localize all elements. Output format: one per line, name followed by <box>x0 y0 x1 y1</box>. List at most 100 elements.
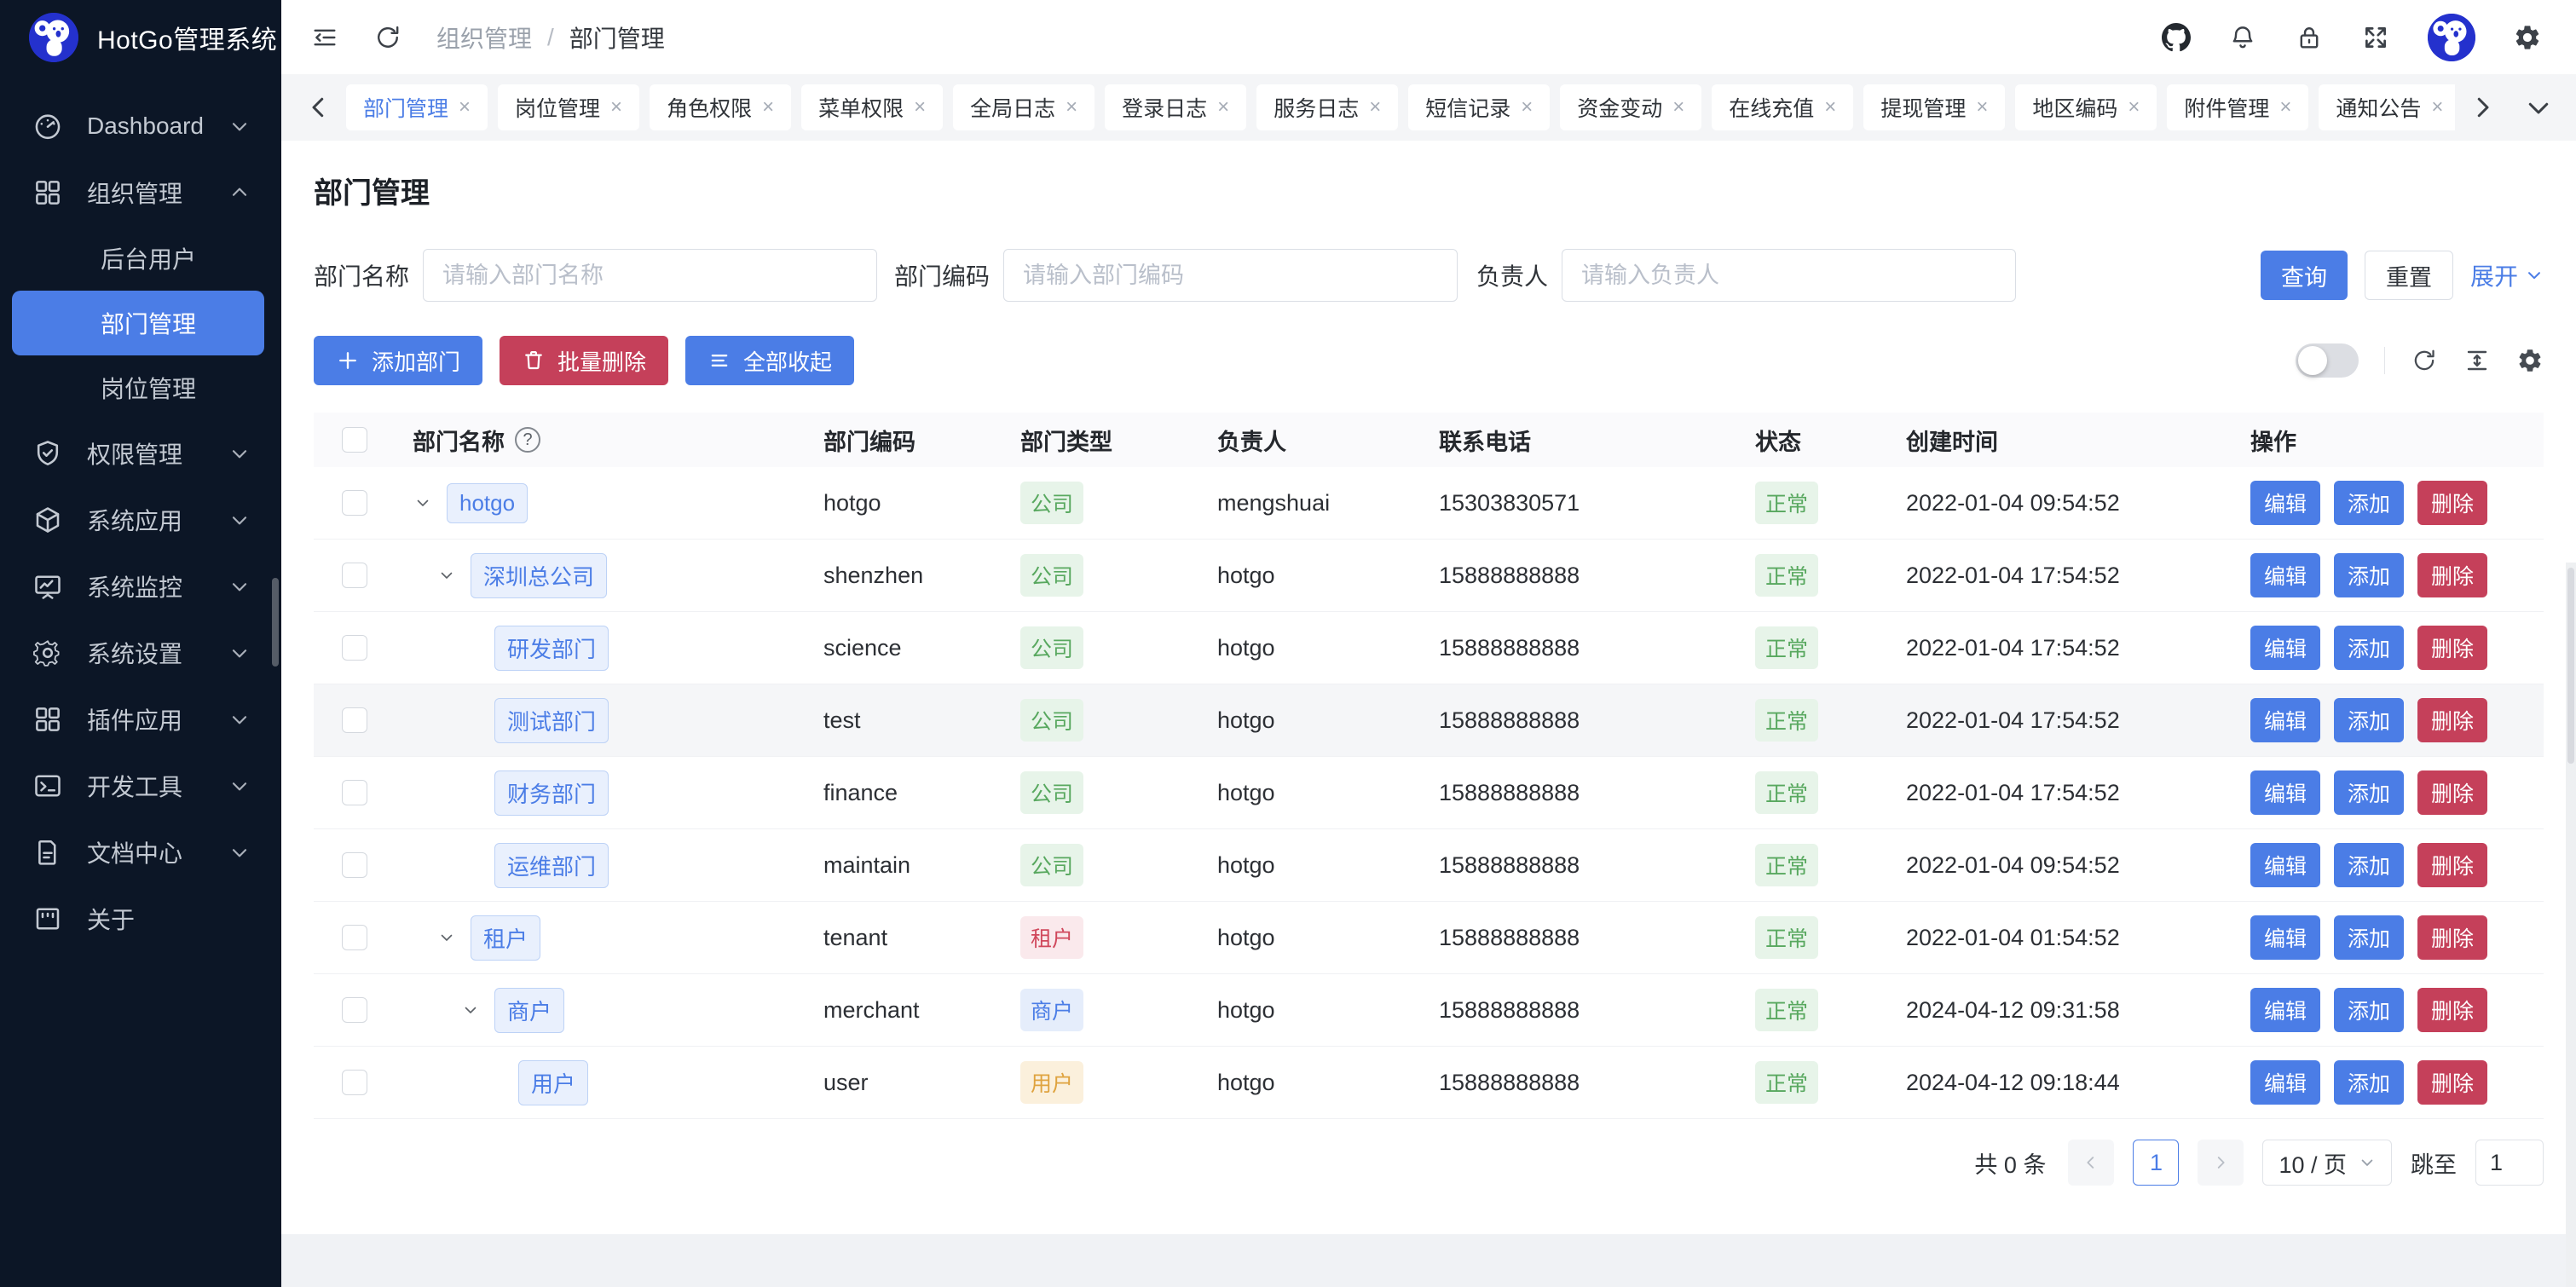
tab-9[interactable]: 资金变动× <box>1560 84 1701 130</box>
tab-14[interactable]: 通知公告× <box>2319 84 2455 130</box>
tab-close-icon[interactable]: × <box>1066 97 1077 118</box>
tab-close-icon[interactable]: × <box>1521 97 1533 118</box>
help-icon[interactable]: ? <box>515 427 540 453</box>
tree-expand-icon[interactable] <box>413 486 447 520</box>
sidebar-item-perm-manage[interactable]: 权限管理 <box>0 420 281 487</box>
fullscreen-icon[interactable] <box>2361 23 2390 52</box>
dept-name-tag[interactable]: 财务部门 <box>494 770 609 816</box>
dept-name-tag[interactable]: 测试部门 <box>494 698 609 743</box>
edit-button[interactable]: 编辑 <box>2250 481 2320 525</box>
tabs-menu-icon[interactable] <box>2523 92 2554 123</box>
row-checkbox[interactable] <box>342 635 367 661</box>
add-button[interactable]: 添加 <box>2334 698 2404 742</box>
tab-6[interactable]: 登录日志× <box>1105 84 1246 130</box>
reset-button[interactable]: 重置 <box>2365 251 2453 300</box>
tab-close-icon[interactable]: × <box>1672 97 1684 118</box>
page-scrollbar[interactable] <box>2566 563 2576 1287</box>
tab-close-icon[interactable]: × <box>762 97 774 118</box>
tab-1[interactable]: 部门管理× <box>346 84 488 130</box>
tab-close-icon[interactable]: × <box>459 97 471 118</box>
refresh-icon[interactable] <box>373 23 402 52</box>
edit-button[interactable]: 编辑 <box>2250 843 2320 887</box>
tab-close-icon[interactable]: × <box>1976 97 1988 118</box>
tab-8[interactable]: 短信记录× <box>1408 84 1550 130</box>
add-button[interactable]: 添加 <box>2334 553 2404 597</box>
batch-delete-button[interactable]: 批量删除 <box>500 336 668 385</box>
tab-close-icon[interactable]: × <box>2128 97 2140 118</box>
jump-page-input[interactable] <box>2475 1140 2544 1186</box>
collapse-all-button[interactable]: 全部收起 <box>685 336 854 385</box>
tab-4[interactable]: 菜单权限× <box>801 84 943 130</box>
tab-7[interactable]: 服务日志× <box>1256 84 1398 130</box>
tab-close-icon[interactable]: × <box>2279 97 2291 118</box>
tree-expand-icon[interactable] <box>436 921 471 955</box>
query-button[interactable]: 查询 <box>2261 251 2348 300</box>
page-size-select[interactable]: 10 / 页 <box>2262 1140 2392 1186</box>
lock-icon[interactable] <box>2295 23 2324 52</box>
table-refresh-icon[interactable] <box>2411 347 2438 374</box>
add-button[interactable]: 添加 <box>2334 988 2404 1032</box>
sidebar-item-org-manage[interactable]: 组织管理 <box>0 159 281 226</box>
tab-close-icon[interactable]: × <box>914 97 926 118</box>
breadcrumb-current[interactable]: 部门管理 <box>569 20 665 55</box>
edit-button[interactable]: 编辑 <box>2250 698 2320 742</box>
add-button[interactable]: 添加 <box>2334 915 2404 960</box>
pagination-prev-button[interactable] <box>2068 1140 2114 1186</box>
delete-button[interactable]: 删除 <box>2417 481 2487 525</box>
sidebar-item-sys-app[interactable]: 系统应用 <box>0 487 281 553</box>
menu-fold-icon[interactable] <box>310 23 339 52</box>
delete-button[interactable]: 删除 <box>2417 770 2487 815</box>
sidebar-item-plugin-app[interactable]: 插件应用 <box>0 686 281 753</box>
edit-button[interactable]: 编辑 <box>2250 1060 2320 1105</box>
dept-name-tag[interactable]: hotgo <box>447 483 528 523</box>
search-input-3[interactable] <box>1562 249 2016 302</box>
tab-5[interactable]: 全局日志× <box>953 84 1095 130</box>
expand-link[interactable]: 展开 <box>2470 258 2544 292</box>
delete-button[interactable]: 删除 <box>2417 553 2487 597</box>
sidebar-item-sys-setting[interactable]: 系统设置 <box>0 620 281 686</box>
breadcrumb-parent[interactable]: 组织管理 <box>436 20 532 55</box>
tab-11[interactable]: 提现管理× <box>1863 84 2005 130</box>
row-checkbox[interactable] <box>342 852 367 878</box>
github-icon[interactable] <box>2162 23 2191 52</box>
delete-button[interactable]: 删除 <box>2417 915 2487 960</box>
tab-close-icon[interactable]: × <box>610 97 622 118</box>
row-checkbox[interactable] <box>342 925 367 950</box>
delete-button[interactable]: 删除 <box>2417 843 2487 887</box>
edit-button[interactable]: 编辑 <box>2250 915 2320 960</box>
delete-button[interactable]: 删除 <box>2417 698 2487 742</box>
sidebar-subitem-dept-manage[interactable]: 部门管理 <box>12 291 264 355</box>
settings-gear-icon[interactable] <box>2513 23 2542 52</box>
sidebar-item-dev-tools[interactable]: 开发工具 <box>0 753 281 819</box>
add-button[interactable]: 添加 <box>2334 626 2404 670</box>
user-avatar[interactable] <box>2428 14 2475 61</box>
tab-13[interactable]: 附件管理× <box>2167 84 2308 130</box>
tab-12[interactable]: 地区编码× <box>2015 84 2157 130</box>
sidebar-item-dashboard[interactable]: Dashboard <box>0 93 281 159</box>
pagination-next-button[interactable] <box>2198 1140 2244 1186</box>
tab-close-icon[interactable]: × <box>1369 97 1381 118</box>
add-dept-button[interactable]: 添加部门 <box>314 336 482 385</box>
sidebar-item-doc-center[interactable]: 文档中心 <box>0 819 281 886</box>
search-input-2[interactable] <box>1003 249 1458 302</box>
tab-10[interactable]: 在线充值× <box>1712 84 1853 130</box>
dept-name-tag[interactable]: 商户 <box>494 988 564 1033</box>
tab-close-icon[interactable]: × <box>1824 97 1836 118</box>
notification-bell-icon[interactable] <box>2228 23 2257 52</box>
select-all-checkbox[interactable] <box>342 427 367 453</box>
row-checkbox[interactable] <box>342 707 367 733</box>
sidebar-item-about[interactable]: 关于 <box>0 886 281 952</box>
add-button[interactable]: 添加 <box>2334 481 2404 525</box>
sidebar-item-sys-monitor[interactable]: 系统监控 <box>0 553 281 620</box>
sidebar-scrollbar-thumb[interactable] <box>272 578 279 667</box>
edit-button[interactable]: 编辑 <box>2250 988 2320 1032</box>
delete-button[interactable]: 删除 <box>2417 988 2487 1032</box>
pagination-page-1[interactable]: 1 <box>2133 1140 2179 1186</box>
delete-button[interactable]: 删除 <box>2417 1060 2487 1105</box>
app-logo[interactable]: HotGo管理系统 <box>0 0 281 74</box>
dept-name-tag[interactable]: 研发部门 <box>494 626 609 671</box>
dept-name-tag[interactable]: 深圳总公司 <box>471 553 607 598</box>
row-checkbox[interactable] <box>342 490 367 516</box>
edit-button[interactable]: 编辑 <box>2250 770 2320 815</box>
row-checkbox[interactable] <box>342 563 367 588</box>
